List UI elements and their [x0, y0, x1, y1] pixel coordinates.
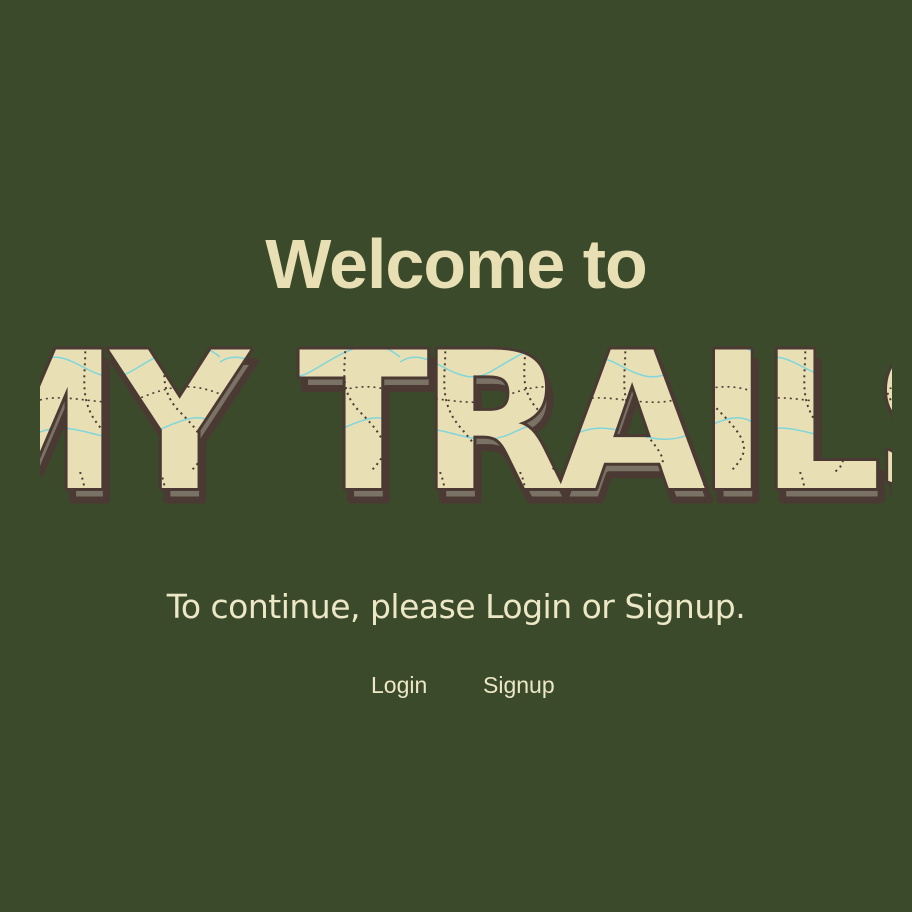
auth-nav: Login Signup — [0, 670, 912, 700]
my-trails-logo: MY TRAILS MY TRAILS — [40, 322, 892, 522]
logo-lettering: MY TRAILS — [40, 322, 892, 522]
continue-instruction: To continue, please Login or Signup. — [166, 587, 746, 626]
welcome-heading: Welcome to — [265, 225, 648, 303]
signup-link[interactable]: Signup — [483, 670, 555, 700]
login-link[interactable]: Login — [371, 670, 427, 700]
welcome-page: Welcome to MY TRAILS MY TRAILS To contin… — [0, 0, 912, 912]
